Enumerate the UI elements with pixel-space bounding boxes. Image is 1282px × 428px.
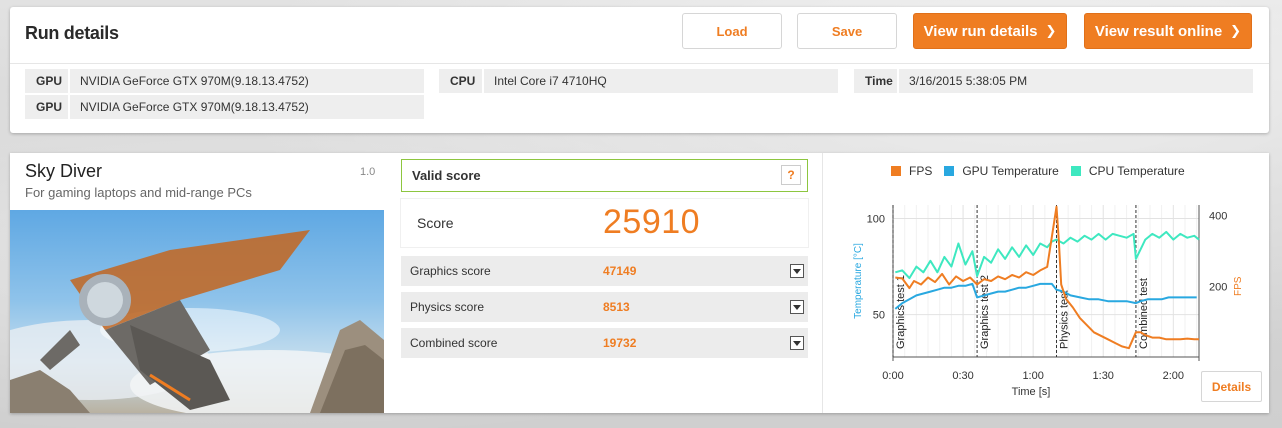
load-button[interactable]: Load [682, 13, 782, 49]
x-tick-label: 1:00 [1022, 370, 1043, 382]
score-box: Score 25910 [401, 199, 808, 247]
skydiver-illustration [10, 230, 384, 413]
view-result-online-label: View result online [1094, 22, 1223, 40]
y-right-axis-label: FPS [1233, 276, 1244, 296]
subscore-value: 47149 [603, 264, 637, 278]
gpu-info-row: GPU NVIDIA GeForce GTX 970M(9.18.13.4752… [25, 69, 424, 93]
section-label: Graphics test 1 [895, 275, 907, 349]
help-button[interactable]: ? [781, 165, 801, 185]
monitoring-chart-area: FPS GPU Temperature CPU Temperature 0:00… [822, 153, 1269, 413]
y-right-tick-label: 400 [1209, 211, 1227, 223]
time-info-row: Time 3/16/2015 5:38:05 PM [854, 69, 1253, 93]
view-result-online-button[interactable]: View result online ❯ [1084, 13, 1252, 49]
cpu-value: Intel Core i7 4710HQ [494, 74, 607, 88]
time-label: Time [854, 69, 899, 93]
gpu-value: NVIDIA GeForce GTX 970M(9.18.13.4752) [80, 74, 309, 88]
save-button[interactable]: Save [797, 13, 897, 49]
expand-dropdown-icon[interactable] [790, 300, 804, 314]
gpu-label: GPU [25, 95, 70, 119]
save-button-label: Save [831, 23, 863, 39]
test-version: 1.0 [360, 166, 376, 178]
cpu-info-row: CPU Intel Core i7 4710HQ [439, 69, 838, 93]
view-run-details-button[interactable]: View run details ❯ [913, 13, 1067, 49]
page-title: Run details [25, 23, 119, 43]
x-tick-label: 0:00 [882, 370, 903, 382]
gpu-value: NVIDIA GeForce GTX 970M(9.18.13.4752) [80, 100, 309, 114]
result-panel: Sky Diver For gaming laptops and mid-ran… [10, 153, 1269, 413]
y-right-tick-label: 200 [1209, 281, 1227, 293]
load-button-label: Load [716, 23, 748, 39]
chevron-right-icon: ❯ [1045, 23, 1057, 38]
subscore-value: 8513 [603, 300, 630, 314]
subscore-row[interactable]: Physics score 8513 [401, 292, 808, 322]
test-hero-image [10, 210, 384, 413]
details-button[interactable]: Details [1201, 371, 1262, 402]
subscore-value: 19732 [603, 336, 637, 350]
help-icon: ? [787, 168, 795, 182]
view-run-details-label: View run details [923, 22, 1038, 40]
subscore-row[interactable]: Graphics score 47149 [401, 256, 808, 286]
plot-background [893, 205, 1199, 357]
expand-dropdown-icon[interactable] [790, 264, 804, 278]
valid-score-label: Valid score [412, 168, 481, 183]
time-value: 3/16/2015 5:38:05 PM [909, 74, 1028, 88]
section-label: Combined test [1138, 278, 1150, 349]
divider [10, 63, 1269, 64]
subscore-label: Physics score [410, 300, 485, 314]
x-axis-label: Time [s] [1012, 386, 1051, 398]
expand-dropdown-icon[interactable] [790, 336, 804, 350]
section-label: Graphics test 2 [979, 275, 991, 349]
y-left-tick-label: 100 [867, 213, 885, 225]
chevron-right-icon: ❯ [1230, 23, 1242, 38]
x-tick-label: 1:30 [1093, 370, 1114, 382]
test-name: Sky Diver [25, 161, 103, 181]
gpu-info-row: GPU NVIDIA GeForce GTX 970M(9.18.13.4752… [25, 95, 424, 119]
run-details-panel: Run details Load Save View run details ❯… [10, 7, 1269, 133]
x-tick-label: 2:00 [1163, 370, 1184, 382]
x-tick-label: 0:30 [952, 370, 973, 382]
subscore-row[interactable]: Combined score 19732 [401, 328, 808, 358]
subscore-label: Combined score [410, 336, 498, 350]
gpu-label: GPU [25, 69, 70, 93]
score-label: Score [417, 215, 454, 231]
y-left-axis-label: Temperature [°C] [853, 243, 864, 319]
subscore-label: Graphics score [410, 264, 491, 278]
details-button-label: Details [1211, 379, 1252, 394]
y-left-tick-label: 50 [873, 310, 885, 322]
test-subtitle: For gaming laptops and mid-range PCs [25, 185, 252, 200]
valid-score-box: Valid score ? [401, 159, 808, 192]
cpu-label: CPU [439, 69, 484, 93]
section-label: Physics test [1059, 290, 1071, 349]
score-value: 25910 [603, 203, 701, 241]
